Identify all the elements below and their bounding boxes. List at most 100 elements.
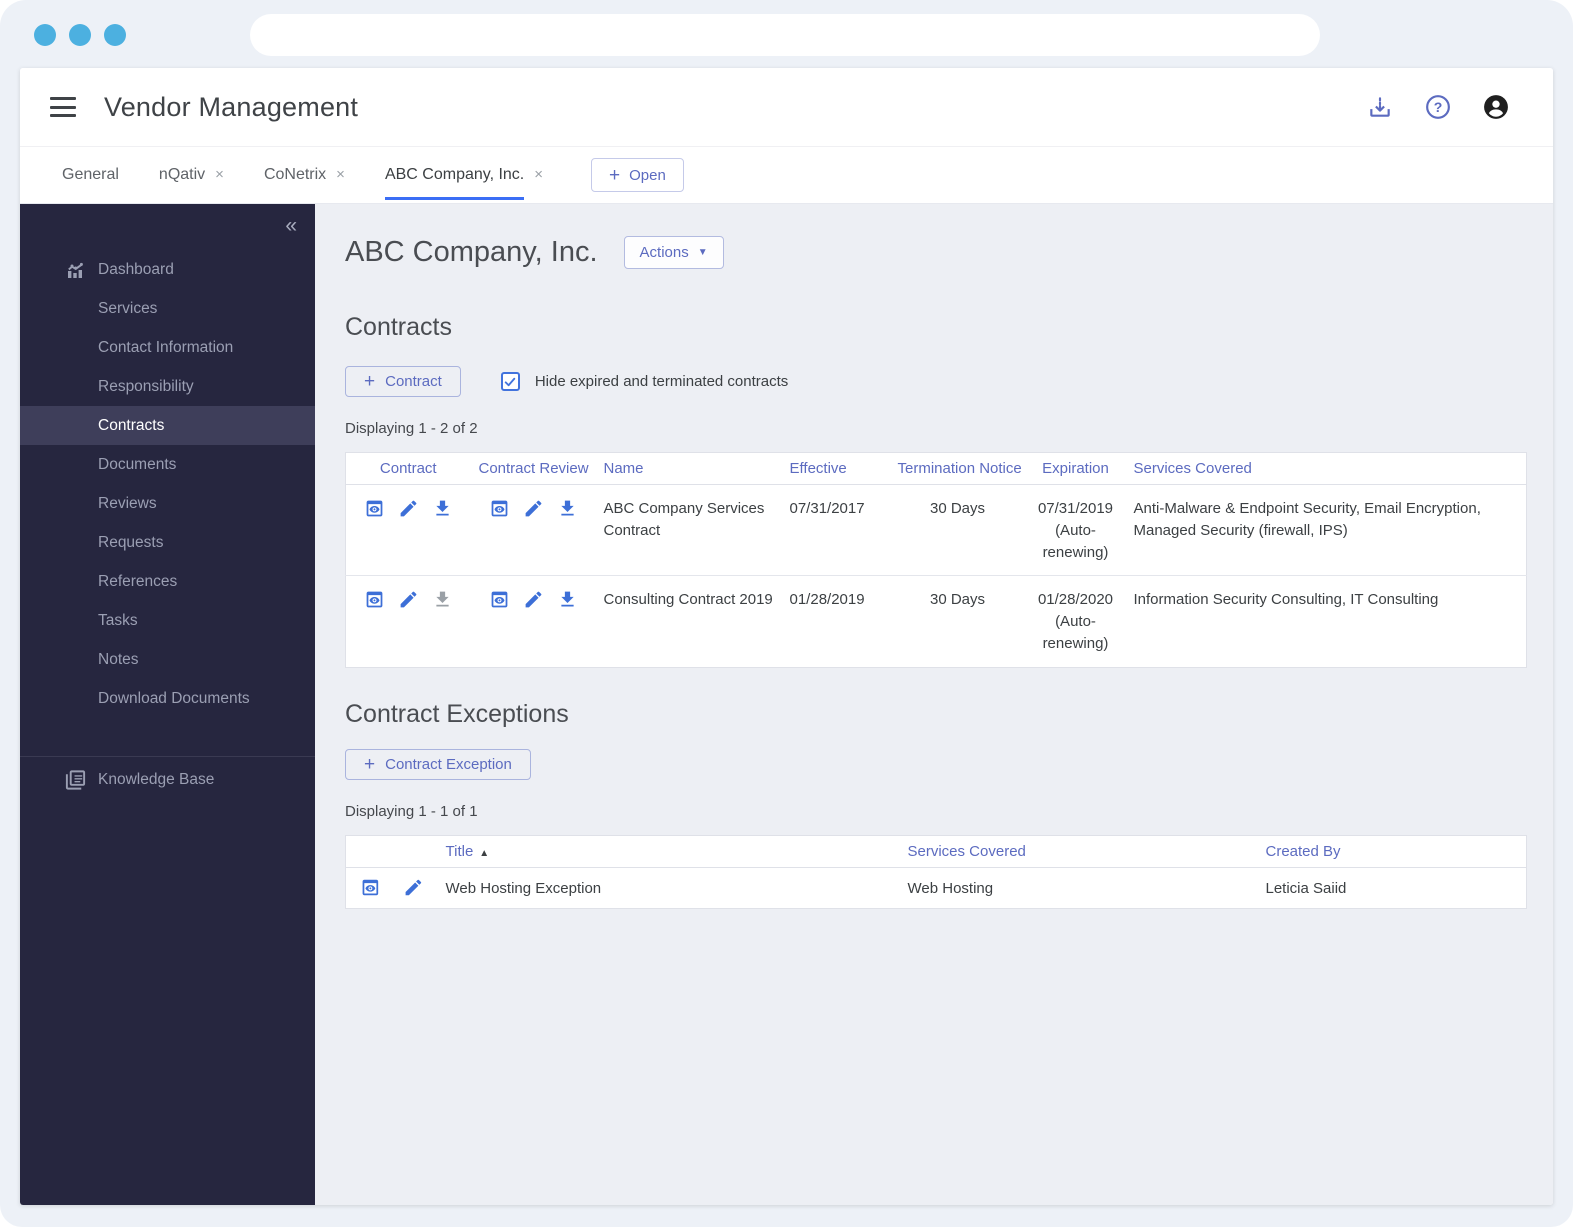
account-icon[interactable] — [1483, 94, 1509, 120]
exception-created-by: Leticia Saiid — [1265, 879, 1347, 897]
window-control-dot[interactable] — [69, 24, 91, 46]
view-contract-button[interactable] — [364, 589, 385, 610]
app-window: Vendor Management ? General nQativ × CoN… — [20, 68, 1553, 1205]
knowledge-base-icon — [64, 768, 87, 791]
sidebar-item-responsibility[interactable]: Responsibility — [20, 367, 315, 406]
sidebar-item-tasks[interactable]: Tasks — [20, 601, 315, 640]
contracts-section-title: Contracts — [345, 313, 452, 341]
download-contract-review-button[interactable] — [557, 589, 578, 610]
column-actions — [345, 835, 438, 868]
exceptions-table-header: Title ▲ Services Covered Created By — [345, 835, 1527, 868]
table-row: Web Hosting Exception Web Hosting Letici… — [346, 867, 1527, 909]
tab-bar: General nQativ × CoNetrix × ABC Company,… — [20, 146, 1553, 204]
hide-expired-checkbox-row[interactable]: Hide expired and terminated contracts — [500, 372, 789, 391]
contract-effective: 07/31/2017 — [789, 500, 865, 517]
actions-button[interactable]: Actions ▼ — [623, 236, 724, 269]
tab-nqativ[interactable]: nQativ × — [139, 147, 244, 203]
view-contract-review-button[interactable] — [489, 498, 510, 519]
close-tab-icon[interactable]: × — [336, 167, 345, 184]
sidebar-item-contact-information[interactable]: Contact Information — [20, 328, 315, 367]
view-contract-button[interactable] — [364, 498, 385, 519]
column-contract[interactable]: Contract — [345, 452, 471, 485]
exception-title: Web Hosting Exception — [445, 879, 602, 897]
sidebar-item-download-documents[interactable]: Download Documents — [20, 679, 315, 718]
svg-text:?: ? — [1434, 99, 1443, 115]
window-control-dot[interactable] — [104, 24, 126, 46]
contracts-displaying-count: Displaying 1 - 2 of 2 — [345, 420, 478, 437]
sidebar-item-services[interactable]: Services — [20, 289, 315, 328]
plus-icon: + — [364, 753, 376, 775]
contract-termination: 30 Days — [929, 500, 986, 517]
contract-name: ABC Company Services Contract — [603, 500, 765, 539]
app-header: Vendor Management ? — [20, 68, 1553, 146]
app-title: Vendor Management — [104, 91, 359, 122]
download-contract-review-button[interactable] — [557, 498, 578, 519]
sort-ascending-icon: ▲ — [479, 847, 490, 859]
exception-services: Web Hosting — [907, 879, 994, 897]
sidebar-item-notes[interactable]: Notes — [20, 640, 315, 679]
tab-abc-company[interactable]: ABC Company, Inc. × — [365, 147, 563, 203]
edit-contract-button[interactable] — [398, 589, 419, 610]
download-icon[interactable] — [1367, 94, 1393, 120]
column-services-covered[interactable]: Services Covered — [1125, 452, 1527, 485]
contract-services: Anti-Malware & Endpoint Security, Email … — [1133, 500, 1481, 539]
exceptions-table: Title ▲ Services Covered Created By Web H… — [345, 834, 1527, 910]
page-title: ABC Company, Inc. — [345, 236, 598, 268]
contracts-table-header: Contract Contract Review Name Effective … — [345, 452, 1527, 485]
edit-contract-button[interactable] — [398, 498, 419, 519]
sidebar-item-dashboard[interactable]: Dashboard — [20, 250, 315, 289]
tab-conetrix[interactable]: CoNetrix × — [244, 147, 365, 203]
contract-name: Consulting Contract 2019 — [595, 575, 782, 667]
help-icon[interactable]: ? — [1425, 94, 1451, 120]
exceptions-section-title: Contract Exceptions — [345, 699, 569, 728]
dashboard-icon — [64, 258, 88, 282]
table-row: Consulting Contract 2019 01/28/2019 30 D… — [345, 575, 1527, 667]
contract-services: Information Security Consulting, IT Cons… — [1125, 575, 1527, 667]
column-effective[interactable]: Effective — [781, 452, 890, 485]
sidebar-item-knowledge-base[interactable]: Knowledge Base — [20, 757, 315, 802]
contract-effective: 01/28/2019 — [781, 575, 890, 667]
sidebar-item-requests[interactable]: Requests — [20, 523, 315, 562]
contract-termination: 30 Days — [889, 575, 1026, 667]
sidebar-item-references[interactable]: References — [20, 562, 315, 601]
column-title[interactable]: Title ▲ — [437, 835, 900, 868]
sidebar-item-contracts[interactable]: Contracts — [20, 406, 315, 445]
hide-expired-checkbox[interactable] — [500, 372, 520, 391]
edit-exception-button[interactable] — [403, 877, 424, 898]
column-termination-notice[interactable]: Termination Notice — [889, 452, 1026, 485]
plus-icon: + — [364, 371, 376, 392]
plus-icon: + — [609, 164, 621, 186]
main-content: ABC Company, Inc. Actions ▼ Contracts + … — [315, 204, 1553, 1205]
table-row: ABC Company Services Contract 07/31/2017… — [346, 485, 1527, 576]
sidebar-item-reviews[interactable]: Reviews — [20, 484, 315, 523]
contract-expiration: 01/28/2020 (Auto-renewing) — [1025, 575, 1126, 667]
sidebar-item-documents[interactable]: Documents — [20, 445, 315, 484]
view-contract-review-button[interactable] — [489, 589, 510, 610]
column-services-covered[interactable]: Services Covered — [899, 835, 1258, 868]
download-contract-button[interactable] — [432, 498, 453, 519]
collapse-sidebar-icon[interactable]: « — [285, 214, 297, 238]
menu-icon[interactable] — [50, 97, 76, 117]
column-name[interactable]: Name — [595, 452, 782, 485]
contract-expiration: 07/31/2019 (Auto-renewing) — [1037, 500, 1114, 561]
column-expiration[interactable]: Expiration — [1025, 452, 1126, 485]
close-tab-icon[interactable]: × — [215, 167, 224, 184]
add-contract-exception-button[interactable]: + Contract Exception — [345, 748, 531, 780]
add-contract-button[interactable]: + Contract — [345, 366, 461, 397]
hide-expired-label: Hide expired and terminated contracts — [534, 373, 789, 390]
window-controls — [34, 24, 126, 46]
download-contract-button — [432, 589, 453, 610]
edit-contract-review-button[interactable] — [523, 498, 544, 519]
chevron-down-icon: ▼ — [697, 246, 708, 258]
edit-contract-review-button[interactable] — [523, 589, 544, 610]
view-exception-button[interactable] — [360, 877, 381, 898]
open-tab-button[interactable]: + Open — [591, 158, 684, 192]
browser-chrome: Vendor Management ? General nQativ × CoN… — [0, 0, 1573, 1227]
tab-general[interactable]: General — [42, 147, 139, 203]
address-bar[interactable] — [250, 14, 1320, 56]
contracts-table: Contract Contract Review Name Effective … — [345, 452, 1527, 668]
window-control-dot[interactable] — [34, 24, 56, 46]
column-created-by[interactable]: Created By — [1257, 835, 1527, 868]
column-contract-review[interactable]: Contract Review — [470, 452, 596, 485]
close-tab-icon[interactable]: × — [534, 167, 543, 184]
